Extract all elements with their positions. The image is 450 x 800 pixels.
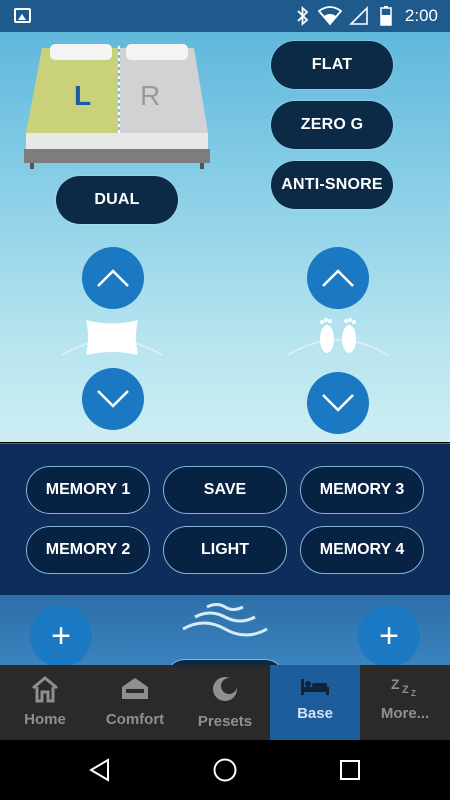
foot-down-button[interactable] xyxy=(307,372,369,434)
home-circle-icon[interactable] xyxy=(212,757,238,783)
svg-text:Z: Z xyxy=(411,689,416,697)
massage-wave-icon xyxy=(182,603,268,637)
nav-presets[interactable]: Presets xyxy=(180,665,270,740)
nav-base-label: Base xyxy=(297,705,333,722)
massage-right-plus-button[interactable]: + xyxy=(358,605,420,665)
light-button[interactable]: LIGHT xyxy=(163,526,287,574)
system-navigation-bar xyxy=(0,740,450,800)
back-icon[interactable] xyxy=(88,758,112,782)
image-notification-icon xyxy=(14,8,31,23)
signal-icon xyxy=(349,6,368,25)
zero-g-button[interactable]: ZERO G xyxy=(271,101,393,149)
head-up-button[interactable] xyxy=(82,247,144,309)
wifi-icon xyxy=(318,6,342,26)
nav-comfort[interactable]: Comfort xyxy=(90,665,180,740)
pillow-head-icon xyxy=(61,320,163,356)
anti-snore-button[interactable]: ANTI-SNORE xyxy=(271,161,393,209)
flat-button[interactable]: FLAT xyxy=(271,41,393,89)
bed-icon xyxy=(301,679,329,695)
bluetooth-icon xyxy=(297,6,309,26)
chevron-down-icon xyxy=(97,390,129,408)
massage-panel: + + xyxy=(0,595,450,665)
memory-2-button[interactable]: MEMORY 2 xyxy=(26,526,150,574)
nav-comfort-label: Comfort xyxy=(105,711,165,728)
save-button[interactable]: SAVE xyxy=(163,466,287,514)
head-down-button[interactable] xyxy=(82,368,144,430)
memory-3-button[interactable]: MEMORY 3 xyxy=(300,466,424,514)
chevron-up-icon xyxy=(322,269,354,287)
nav-more-label: More... xyxy=(380,705,430,722)
status-time: 2:00 xyxy=(404,6,438,25)
zzz-icon: Z Z Z xyxy=(391,676,416,697)
bed-illustration xyxy=(24,44,210,169)
nav-more[interactable]: Z Z Z More... xyxy=(360,665,450,740)
memory-panel: MEMORY 1 SAVE MEMORY 3 MEMORY 2 LIGHT ME… xyxy=(0,443,450,595)
foot-up-button[interactable] xyxy=(307,247,369,309)
dual-button[interactable]: DUAL xyxy=(56,176,178,224)
battery-icon xyxy=(380,6,392,26)
feet-icon xyxy=(287,318,389,356)
nav-home[interactable]: Home xyxy=(0,665,90,740)
massage-left-plus-button[interactable]: + xyxy=(30,605,92,665)
moon-icon xyxy=(213,677,237,701)
memory-4-button[interactable]: MEMORY 4 xyxy=(300,526,424,574)
nav-base[interactable]: Base xyxy=(270,665,360,740)
bed-right-label[interactable]: R xyxy=(140,80,160,112)
nav-presets-label: Presets xyxy=(197,713,253,730)
memory-1-button[interactable]: MEMORY 1 xyxy=(26,466,150,514)
status-bar: 2:00 xyxy=(0,0,450,32)
bed-comfort-icon xyxy=(122,678,148,699)
nav-home-label: Home xyxy=(24,711,66,728)
bed-side-selector[interactable]: L R xyxy=(22,38,212,173)
svg-text:Z: Z xyxy=(391,676,400,692)
home-icon xyxy=(32,676,58,703)
chevron-down-icon xyxy=(322,394,354,412)
chevron-up-icon xyxy=(97,269,129,287)
bottom-navigation: Home Comfort Presets Base Z Z Z More... xyxy=(0,665,450,740)
bed-left-label[interactable]: L xyxy=(74,80,91,112)
recents-icon[interactable] xyxy=(339,759,361,781)
bed-control-panel: L R FLAT ZERO G ANTI-SNORE DUAL xyxy=(0,32,450,442)
svg-text:Z: Z xyxy=(402,684,409,696)
